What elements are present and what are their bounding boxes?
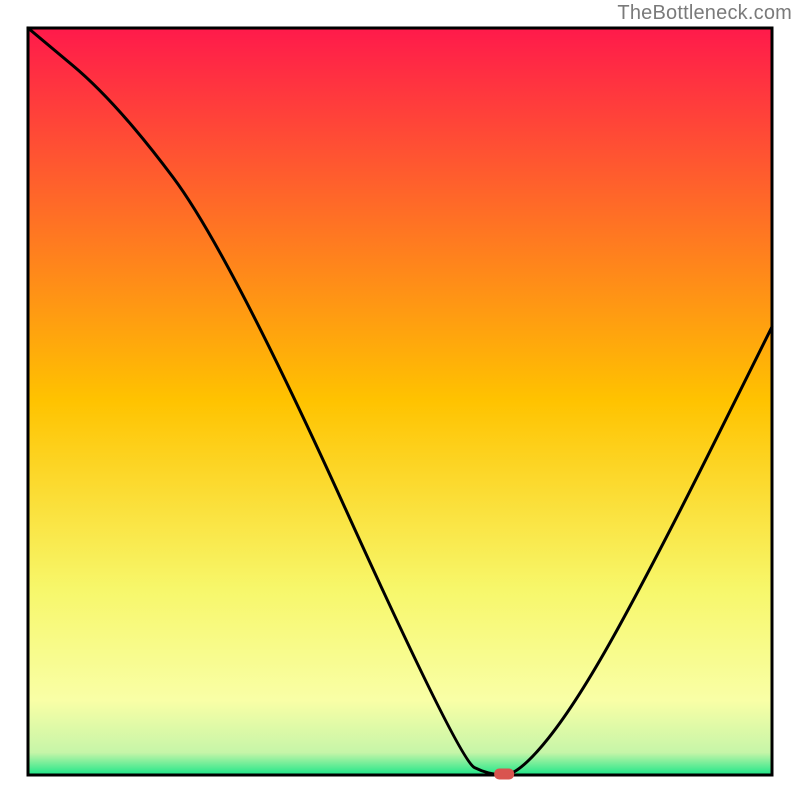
attribution-text: TheBottleneck.com [617, 2, 792, 25]
plot-background [28, 28, 772, 775]
optimal-marker [494, 769, 514, 780]
chart-container: { "attribution": "TheBottleneck.com", "c… [0, 0, 800, 800]
bottleneck-chart [0, 0, 800, 800]
